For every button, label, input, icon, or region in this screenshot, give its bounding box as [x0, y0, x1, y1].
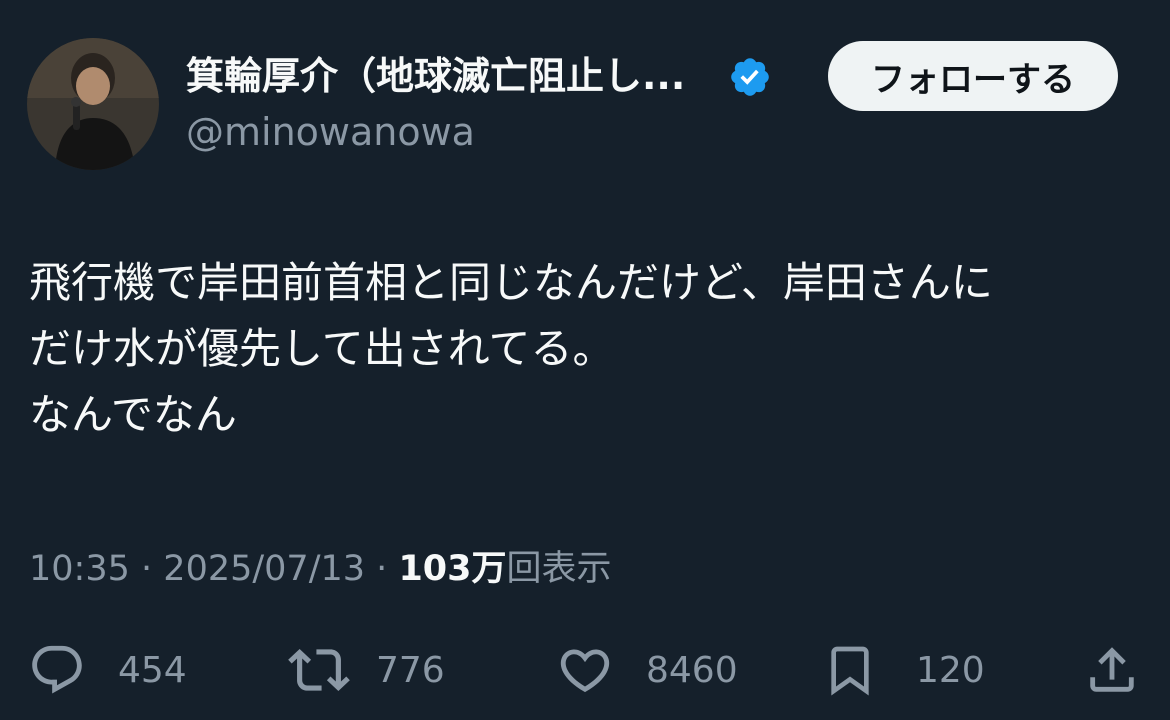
meta-separator: ·	[376, 549, 388, 589]
bookmark-count: 120	[916, 649, 985, 691]
bookmark-icon	[831, 646, 869, 696]
tweet-text: 飛行機で岸田前首相と同じなんだけど、岸田さんに だけ水が優先して出されてる。 な…	[29, 250, 1139, 448]
share-button[interactable]	[1083, 638, 1141, 702]
tweet-text-line: だけ水が優先して出されてる。	[29, 324, 615, 373]
heart-icon	[560, 649, 610, 693]
share-upload-icon	[1090, 647, 1134, 692]
display-name[interactable]: 箕輪厚介（地球滅亡阻止し...	[186, 50, 685, 102]
follow-button[interactable]: フォローする	[828, 41, 1118, 111]
like-button[interactable]: 8460	[556, 638, 738, 702]
tweet-text-line: 飛行機で岸田前首相と同じなんだけど、岸田さんに	[29, 258, 993, 307]
tweet-date[interactable]: 2025/07/13	[163, 549, 365, 589]
bookmark-button[interactable]: 120	[822, 638, 985, 702]
views-label: 回表示	[506, 549, 612, 589]
reply-count: 454	[118, 649, 187, 691]
verified-badge-icon	[731, 58, 769, 96]
like-count: 8460	[646, 649, 738, 691]
reply-bubble-icon	[32, 645, 82, 694]
user-handle[interactable]: @minowanowa	[186, 106, 475, 158]
tweet-meta: 10:35 · 2025/07/13 · 103万回表示	[29, 543, 612, 595]
retweet-count: 776	[376, 649, 445, 691]
retweet-icon	[288, 649, 350, 691]
avatar[interactable]	[27, 38, 159, 170]
reply-button[interactable]: 454	[28, 638, 187, 702]
meta-separator: ·	[141, 549, 153, 589]
tweet-time[interactable]: 10:35	[29, 549, 130, 589]
avatar-photo	[27, 38, 159, 170]
retweet-button[interactable]: 776	[288, 638, 445, 702]
tweet-text-line: なんでなん	[29, 390, 237, 439]
views-count[interactable]: 103万	[398, 549, 506, 589]
